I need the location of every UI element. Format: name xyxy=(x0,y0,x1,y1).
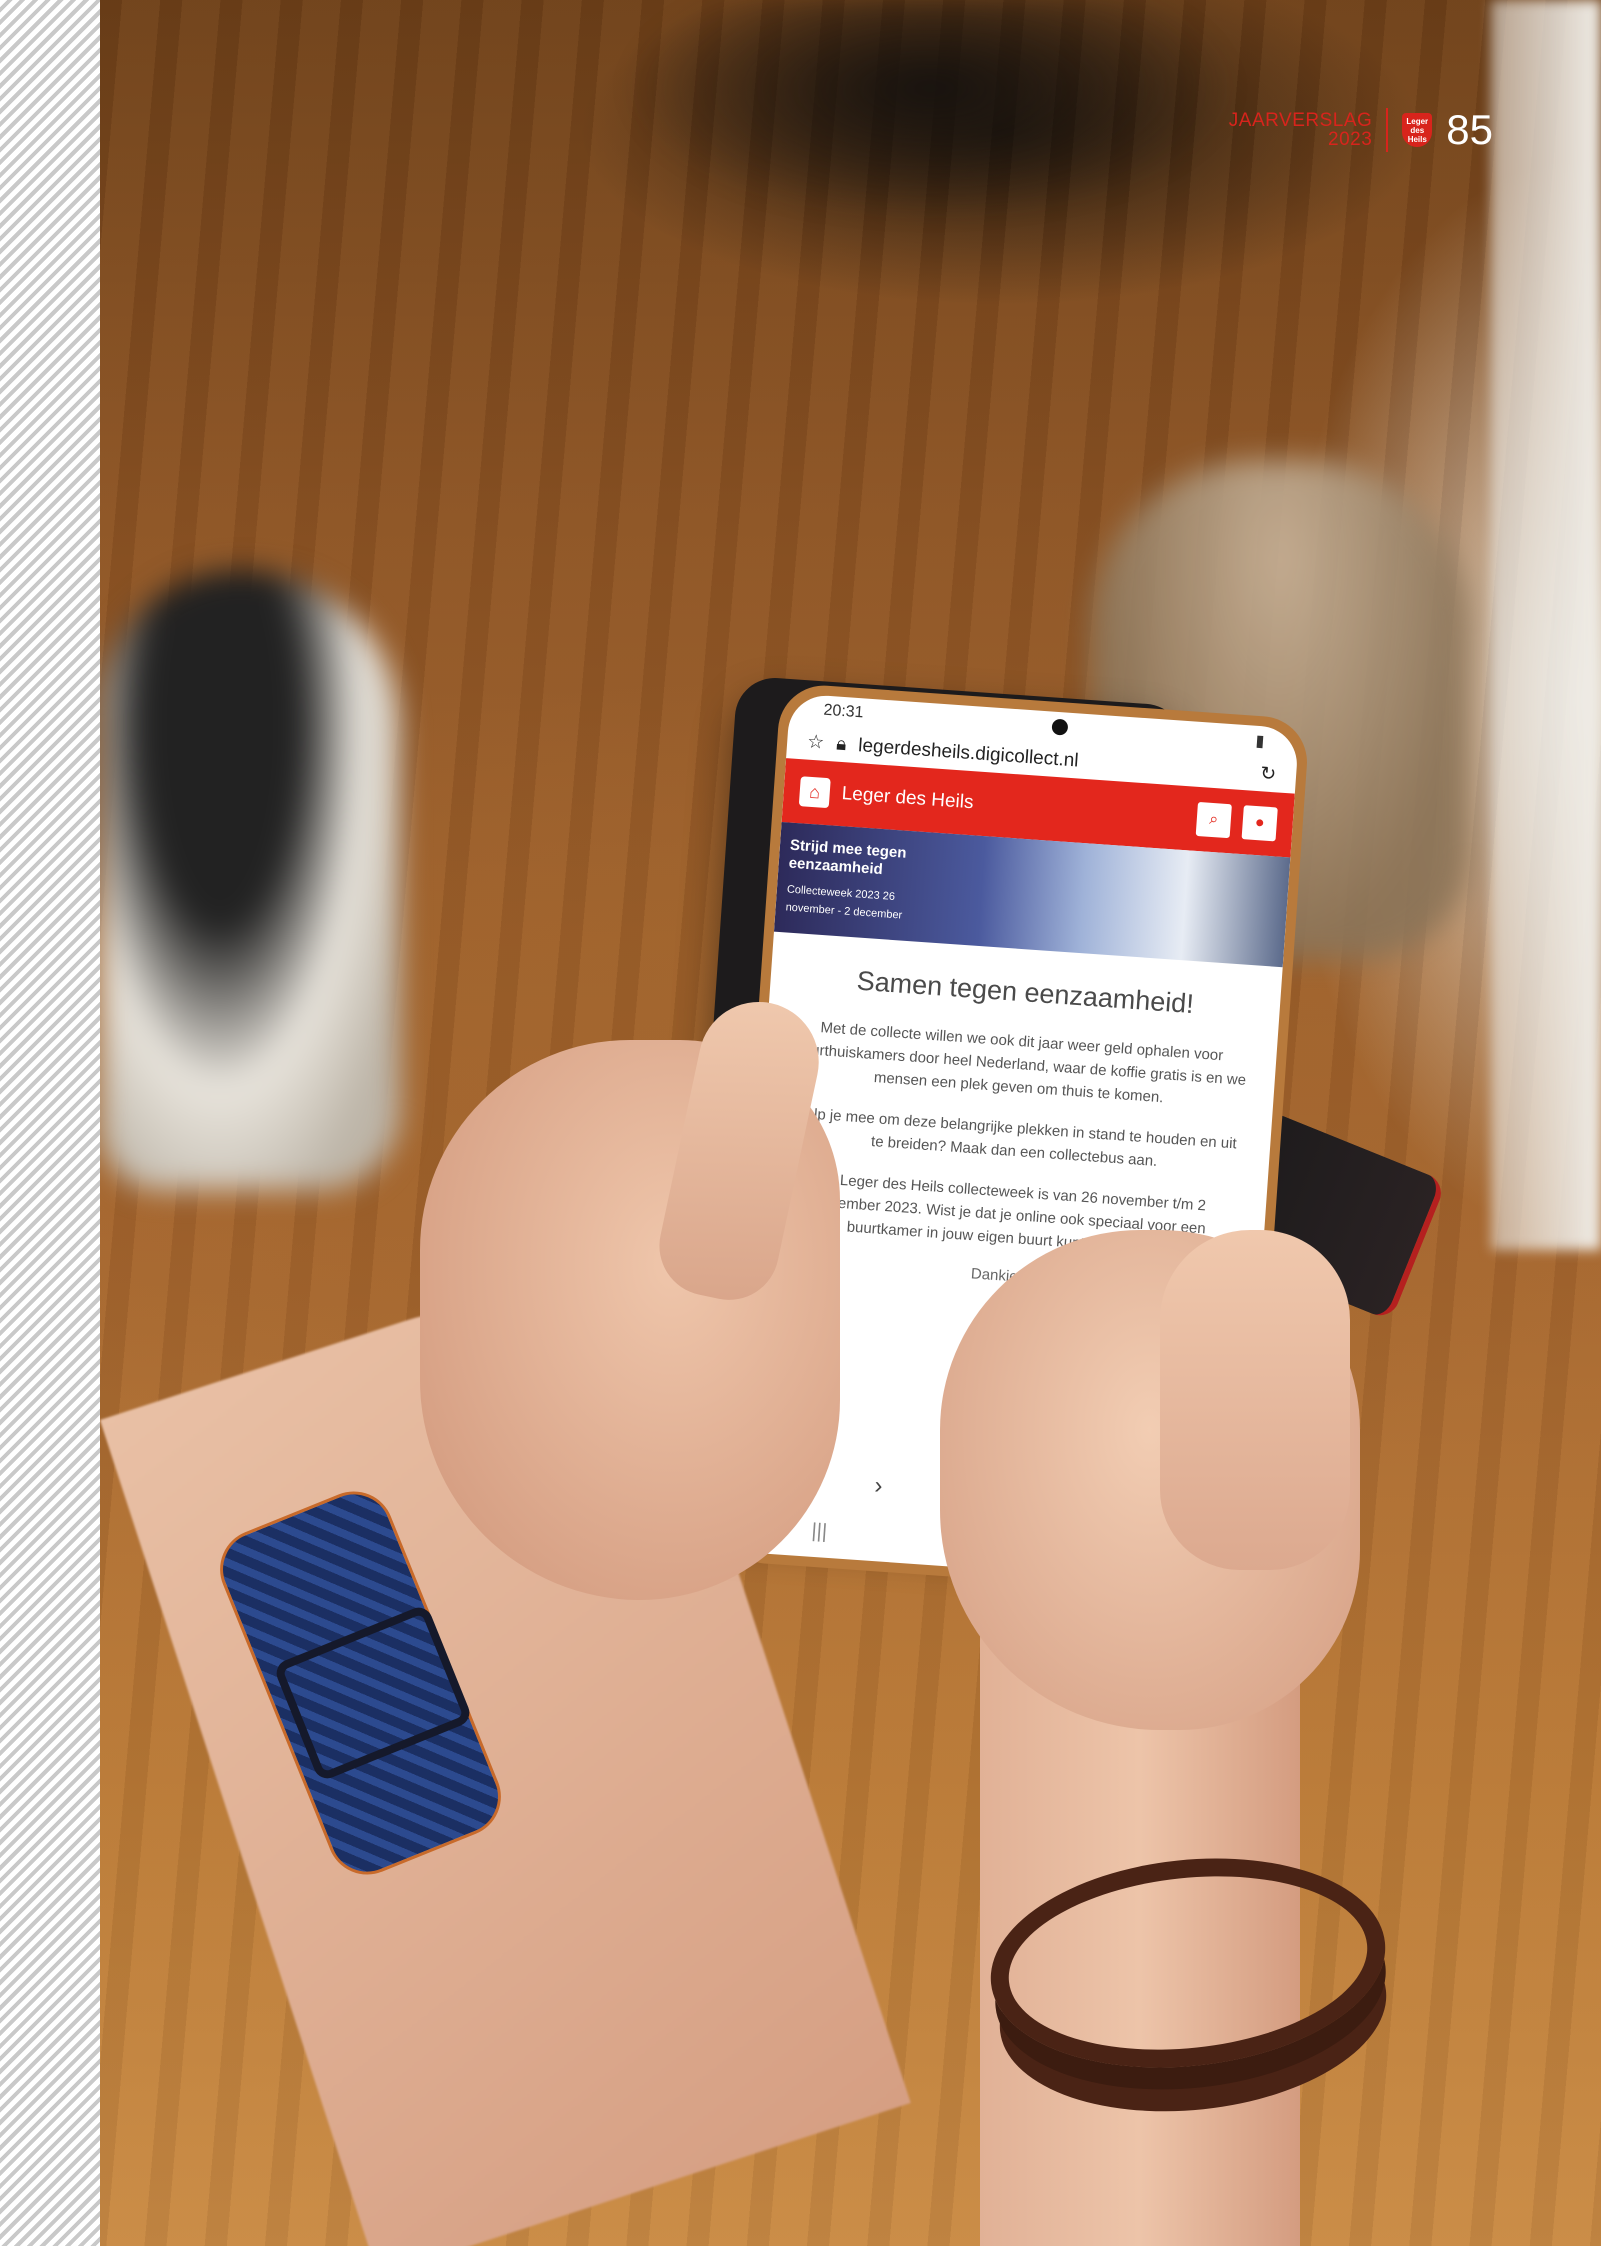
background-shoes xyxy=(620,0,1240,220)
white-wall xyxy=(1491,0,1601,1250)
recents-icon[interactable]: ||| xyxy=(811,1520,828,1544)
banner-headline: Strijd mee tegen eenzaamheid xyxy=(788,836,908,879)
user-icon[interactable]: ● xyxy=(1241,805,1278,842)
photo: 20:31 ▮ ☆ 🔒︎ legerdesheils.digicollect.n… xyxy=(100,0,1601,2246)
banner-subline: Collecteweek 2023 26 november - 2 decemb… xyxy=(785,883,903,922)
forward-icon[interactable]: › xyxy=(873,1472,884,1501)
leger-des-heils-logo-icon: Leger des Heils xyxy=(1402,113,1433,147)
divider xyxy=(1386,108,1389,152)
report-header: JAARVERSLAG 2023 Leger des Heils 85 xyxy=(1229,106,1493,154)
home-icon[interactable]: ⌂ xyxy=(798,776,831,809)
report-title: JAARVERSLAG 2023 xyxy=(1229,111,1372,149)
page-heading: Samen tegen eenzaamheid! xyxy=(855,965,1195,1020)
report-title-line1: JAARVERSLAG xyxy=(1228,110,1373,131)
paragraph: Help je mee om deze belangrijke plekken … xyxy=(794,1104,1238,1170)
site-title[interactable]: Leger des Heils xyxy=(841,783,974,814)
reload-icon[interactable]: ↻ xyxy=(1259,762,1276,786)
report-title-line2: 2023 xyxy=(1328,129,1373,150)
banner-text: Strijd mee tegen eenzaamheid Collectewee… xyxy=(785,837,940,927)
paragraph: Met de collecte willen we ook dit jaar w… xyxy=(793,1019,1247,1107)
hatched-margin xyxy=(0,0,100,2246)
page-number: 85 xyxy=(1446,106,1493,153)
dog xyxy=(100,570,400,1190)
lock-icon: 🔒︎ xyxy=(835,733,848,755)
battery-icon: ▮ xyxy=(1254,732,1265,751)
star-icon[interactable]: ☆ xyxy=(806,731,825,755)
search-icon[interactable]: ⌕ xyxy=(1195,801,1232,839)
right-thumb xyxy=(1160,1230,1350,1570)
camera-icon xyxy=(1050,718,1069,736)
status-time: 20:31 xyxy=(822,701,865,722)
